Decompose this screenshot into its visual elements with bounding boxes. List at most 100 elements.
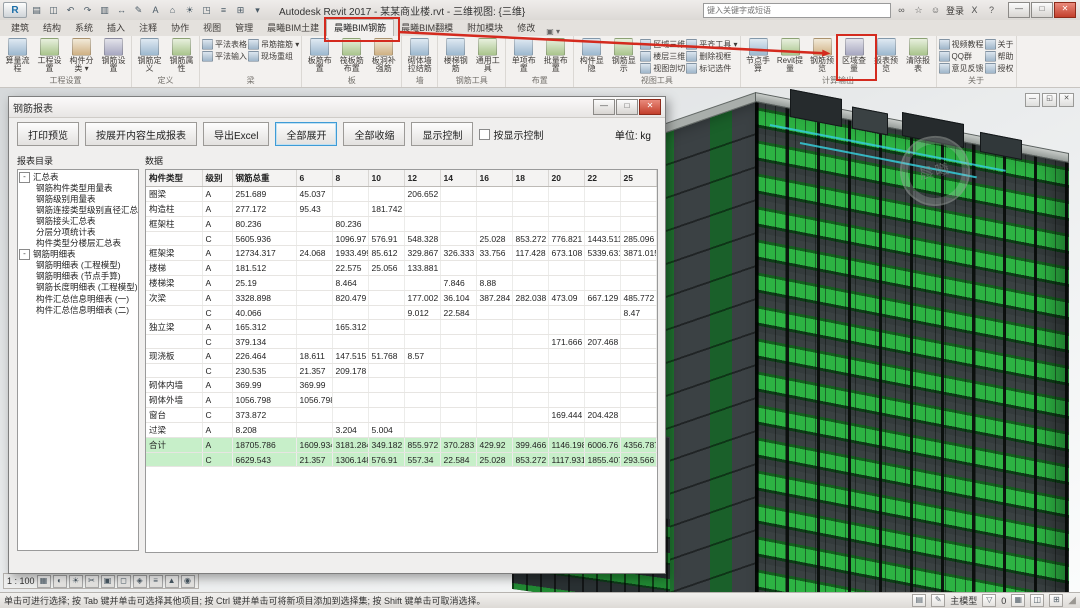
text-icon[interactable]: A [148, 3, 163, 17]
minimize-button[interactable]: — [593, 99, 615, 115]
close-button[interactable]: ✕ [639, 99, 661, 115]
ribbon-tab-2[interactable]: 系统 [68, 20, 100, 36]
ribbon-button[interactable]: 钢筋定义 [134, 37, 165, 74]
ribbon-small-button[interactable]: 意见反馈 [939, 63, 984, 74]
dialog-button[interactable]: 打印预览 [17, 122, 79, 146]
ribbon-button[interactable]: 清除报表 [903, 37, 934, 74]
ribbon-small-button[interactable]: 删除视框 [686, 51, 737, 62]
ribbon-small-button[interactable]: 吊筋箍筋 ▾ [248, 39, 299, 50]
column-header[interactable]: 18 [512, 170, 548, 187]
ribbon-tab-0[interactable]: 建筑 [4, 20, 36, 36]
ribbon-tab-10[interactable]: 晨曦BIM翻模 [394, 20, 460, 36]
select-by-face-icon[interactable]: ⊞ [1049, 594, 1063, 607]
table-row[interactable]: 现浇板A226.46418.611147.51551.7688.57 [146, 349, 656, 364]
ribbon-tab-5[interactable]: 协作 [164, 20, 196, 36]
table-row[interactable]: 过梁A8.2083.2045.004 [146, 423, 656, 438]
select-pinned-icon[interactable]: ◫ [1030, 594, 1044, 607]
design-option-icon[interactable]: ✎ [931, 594, 945, 607]
sign-in-label[interactable]: 登录 [946, 4, 964, 17]
ribbon-small-button[interactable]: 关于 [985, 39, 1014, 50]
view-scale-label[interactable]: 1 : 100 [7, 576, 35, 586]
ribbon-button[interactable]: 构件分类 ▾ [66, 37, 97, 74]
tab-chenxi-bim-rebar[interactable]: 晨曦BIM钢筋 [326, 19, 394, 36]
column-header[interactable]: 16 [476, 170, 512, 187]
table-row[interactable]: C40.0669.01222.5848.47 [146, 306, 656, 320]
dialog-button[interactable]: 导出Excel [203, 122, 269, 146]
table-row[interactable]: 窗台C373.872169.444204.428 [146, 408, 656, 423]
tab-row-extra-icons[interactable]: ▣ ▾ [546, 27, 560, 36]
ribbon-button[interactable]: 通用工具 [472, 37, 503, 74]
measure-icon[interactable]: ↔ [114, 3, 129, 17]
ribbon-button[interactable]: 单项布置 [508, 37, 539, 74]
ribbon-button[interactable]: 钢筋显示 [608, 37, 639, 74]
table-row[interactable]: C5605.9361096.97576.91548.32825.028853.2… [146, 232, 656, 246]
thin-lines-icon[interactable]: ≡ [216, 3, 231, 17]
default-3d-view-icon[interactable]: ⌂ [165, 3, 180, 17]
collapse-icon[interactable]: - [19, 249, 30, 260]
view-restore-button[interactable]: ◱ [1042, 93, 1057, 107]
ribbon-small-button[interactable]: 楼层三维 [640, 51, 685, 62]
table-row[interactable]: 圈梁A251.68945.037206.652 [146, 187, 656, 202]
dialog-button[interactable]: 按展开内容生成报表 [85, 122, 197, 146]
ribbon-button[interactable]: 节点手算 [743, 37, 774, 74]
ribbon-button[interactable]: 板筋布置 [304, 37, 335, 74]
tree-item[interactable]: 分层分项统计表 [19, 227, 137, 238]
ribbon-button[interactable]: Revit提量 [775, 37, 806, 74]
tag-icon[interactable]: ✎ [131, 3, 146, 17]
ribbon-button[interactable]: 钢筋设置 [98, 37, 129, 74]
ribbon-small-button[interactable]: 平法输入 [202, 51, 247, 62]
table-row[interactable]: 次梁A3328.898820.479177.00236.104387.28428… [146, 291, 656, 306]
ribbon-button[interactable]: 工程设置 [34, 37, 65, 74]
column-header[interactable]: 22 [584, 170, 620, 187]
view-control-icon[interactable]: ◉ [181, 575, 195, 588]
column-header[interactable]: 8 [332, 170, 368, 187]
ribbon-tab-11[interactable]: 附加模块 [460, 20, 510, 36]
main-model-label[interactable]: 主模型 [950, 594, 977, 607]
view-close-button[interactable]: ✕ [1059, 93, 1074, 107]
ribbon-small-button[interactable]: 现场重组 [248, 51, 299, 62]
display-control-checkbox[interactable]: 按显示控制 [479, 127, 543, 142]
print-icon[interactable]: ▥ [97, 3, 112, 17]
minimize-button[interactable]: — [1008, 2, 1030, 18]
ribbon-tab-7[interactable]: 管理 [228, 20, 260, 36]
table-row[interactable]: 框架柱A80.23680.236 [146, 217, 656, 232]
tree-section[interactable]: -汇总表 [19, 172, 137, 183]
column-header[interactable]: 25 [620, 170, 656, 187]
ribbon-small-button[interactable]: 区域三维 [640, 39, 685, 50]
table-row[interactable]: 框架梁A12734.31724.0681933.49985.612329.867… [146, 246, 656, 261]
ribbon-tab-1[interactable]: 结构 [36, 20, 68, 36]
ribbon-button[interactable]: 报表预览 [871, 37, 902, 74]
ribbon-small-button[interactable]: 帮助 [985, 51, 1014, 62]
undo-icon[interactable]: ↶ [63, 3, 78, 17]
ribbon-button[interactable]: 钢筋预览 [807, 37, 838, 74]
table-row[interactable]: 楼梯梁A25.198.4647.8468.88 [146, 276, 656, 291]
tree-item[interactable]: 钢筋连接类型级别直径汇总表 [19, 205, 137, 216]
redo-icon[interactable]: ↷ [80, 3, 95, 17]
table-row[interactable]: 构造柱A277.17295.43181.742 [146, 202, 656, 217]
ribbon-button[interactable]: 砌体墙拉结筋 [404, 37, 435, 74]
column-header[interactable]: 6 [296, 170, 332, 187]
tree-item[interactable]: 钢筋明细表 (工程模型) [19, 260, 137, 271]
sun-icon[interactable]: ☀ [182, 3, 197, 17]
ribbon-button[interactable]: 算量流程 [2, 37, 33, 74]
collapse-icon[interactable]: - [19, 172, 30, 183]
view-control-icon[interactable]: ≡ [149, 575, 163, 588]
ribbon-tab-8[interactable]: 晨曦BIM土建 [260, 20, 326, 36]
view-control-icon[interactable]: ▲ [165, 575, 179, 588]
filter-icon[interactable]: ▽ [982, 594, 996, 607]
view-control-icon[interactable]: ▦ [37, 575, 51, 588]
column-header[interactable]: 钢筋总重 [232, 170, 296, 187]
dialog-title-bar[interactable]: 钢筋报表 —□✕ [9, 97, 665, 118]
view-control-icon[interactable]: ◈ [133, 575, 147, 588]
ribbon-button[interactable]: 板洞补强筋 [368, 37, 399, 74]
customize-icon[interactable]: ▾ [250, 3, 265, 17]
column-header[interactable]: 构件类型 [146, 170, 202, 187]
section-icon[interactable]: ◳ [199, 3, 214, 17]
help-icon[interactable]: ? [985, 5, 998, 15]
select-link-icon[interactable]: ▦ [1011, 594, 1025, 607]
ribbon-tab-3[interactable]: 插入 [100, 20, 132, 36]
view-control-icon[interactable]: ☀ [69, 575, 83, 588]
table-row[interactable]: 独立梁A165.312165.312 [146, 320, 656, 335]
table-row[interactable]: C6629.54321.3571306.148576.91557.3422.58… [146, 453, 656, 467]
maximize-button[interactable]: □ [616, 99, 638, 115]
